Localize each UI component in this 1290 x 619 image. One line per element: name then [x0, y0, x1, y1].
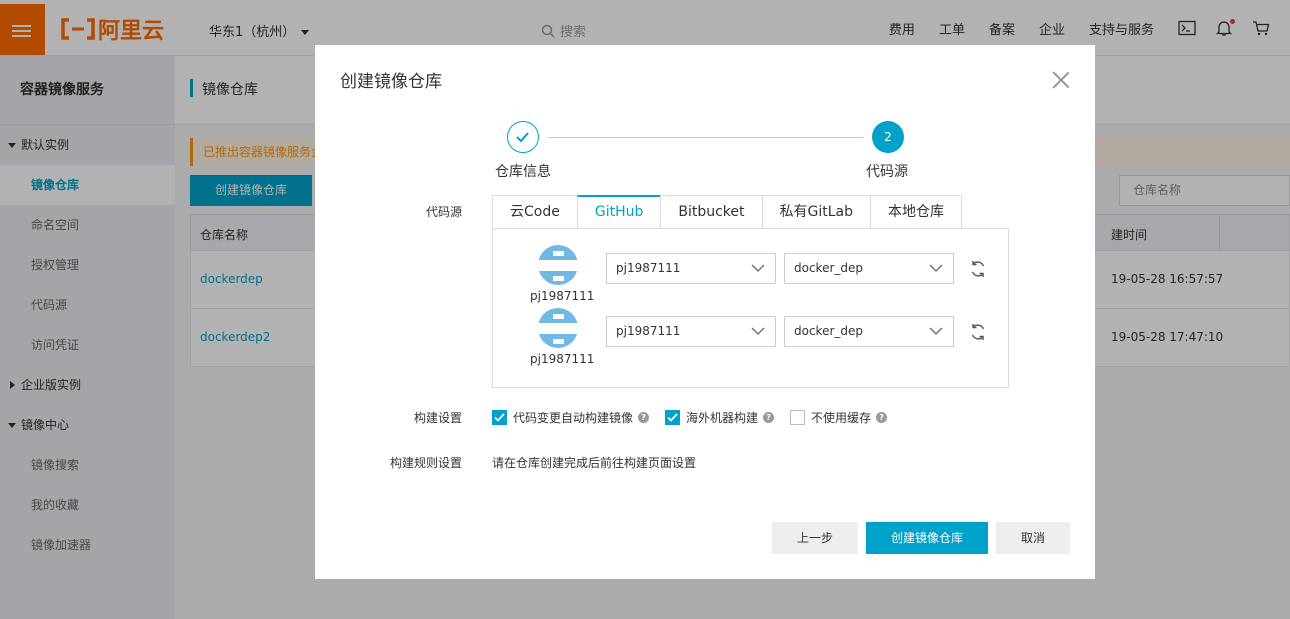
option-label: 不使用缓存 — [811, 411, 872, 425]
build-rules-text: 请在仓库创建完成后前往构建页面设置 — [492, 456, 697, 470]
github-source-panel: pj1987111 pj1987111 docker_dep pj1987111… — [492, 228, 1009, 388]
dialog-title: 创建镜像仓库 — [340, 72, 442, 92]
org-select-value: pj1987111 — [616, 324, 681, 338]
option-auto-build[interactable]: 代码变更自动构建镜像 ? — [492, 409, 650, 426]
help-icon[interactable]: ? — [876, 412, 888, 423]
cancel-button[interactable]: 取消 — [996, 522, 1070, 554]
chevron-down-icon — [751, 327, 765, 335]
org-select[interactable]: pj1987111 — [606, 316, 776, 347]
step-current-number: 2 — [872, 121, 904, 153]
code-source-label: 代码源 — [425, 205, 462, 219]
help-icon[interactable]: ? — [638, 412, 650, 423]
repo-select[interactable]: docker_dep — [784, 316, 954, 347]
tab-local-repo[interactable]: 本地仓库 — [870, 195, 963, 229]
option-overseas-build[interactable]: 海外机器构建 ? — [665, 409, 775, 426]
refresh-icon[interactable] — [969, 323, 987, 341]
code-source-tabs: 云Code GitHub Bitbucket 私有GitLab 本地仓库 — [492, 195, 963, 229]
build-rules-label: 构建规则设置 — [389, 456, 462, 470]
repo-select-value: docker_dep — [794, 324, 864, 338]
checkbox-unchecked[interactable] — [790, 410, 805, 425]
step-connector — [547, 137, 864, 138]
chevron-down-icon — [751, 264, 765, 272]
tab-private-gitlab[interactable]: 私有GitLab — [761, 195, 871, 229]
chevron-down-icon — [929, 264, 943, 272]
create-repo-submit-button[interactable]: 创建镜像仓库 — [866, 522, 988, 554]
refresh-icon[interactable] — [969, 260, 987, 278]
avatar — [538, 308, 578, 348]
step-label-repo-info: 仓库信息 — [495, 164, 551, 180]
tab-bitbucket[interactable]: Bitbucket — [660, 195, 762, 229]
org-select[interactable]: pj1987111 — [606, 253, 776, 284]
org-select-value: pj1987111 — [616, 261, 681, 275]
source-row: pj1987111 pj1987111 docker_dep — [493, 292, 1008, 366]
build-settings-label: 构建设置 — [413, 411, 462, 425]
step-label-code-source: 代码源 — [866, 164, 908, 180]
help-icon[interactable]: ? — [763, 412, 775, 423]
repo-select[interactable]: docker_dep — [784, 253, 954, 284]
previous-step-button[interactable]: 上一步 — [772, 522, 858, 554]
option-label: 海外机器构建 — [686, 411, 759, 425]
tab-yuncode[interactable]: 云Code — [492, 195, 577, 229]
tab-github[interactable]: GitHub — [576, 195, 661, 229]
repo-select-value: docker_dep — [794, 261, 864, 275]
checkbox-checked[interactable] — [492, 410, 507, 425]
close-icon[interactable] — [1052, 71, 1070, 89]
option-label: 代码变更自动构建镜像 — [513, 411, 634, 425]
avatar — [538, 245, 578, 285]
source-row: pj1987111 pj1987111 docker_dep — [493, 229, 1008, 303]
create-repo-dialog: 创建镜像仓库 2 仓库信息 代码源 代码源 云Code GitHub Bitbu… — [315, 45, 1095, 579]
step-done-check-icon — [507, 121, 539, 153]
option-no-cache[interactable]: 不使用缓存 ? — [790, 409, 888, 426]
checkbox-checked[interactable] — [665, 410, 680, 425]
account-name: pj1987111 — [530, 352, 595, 366]
chevron-down-icon — [929, 327, 943, 335]
